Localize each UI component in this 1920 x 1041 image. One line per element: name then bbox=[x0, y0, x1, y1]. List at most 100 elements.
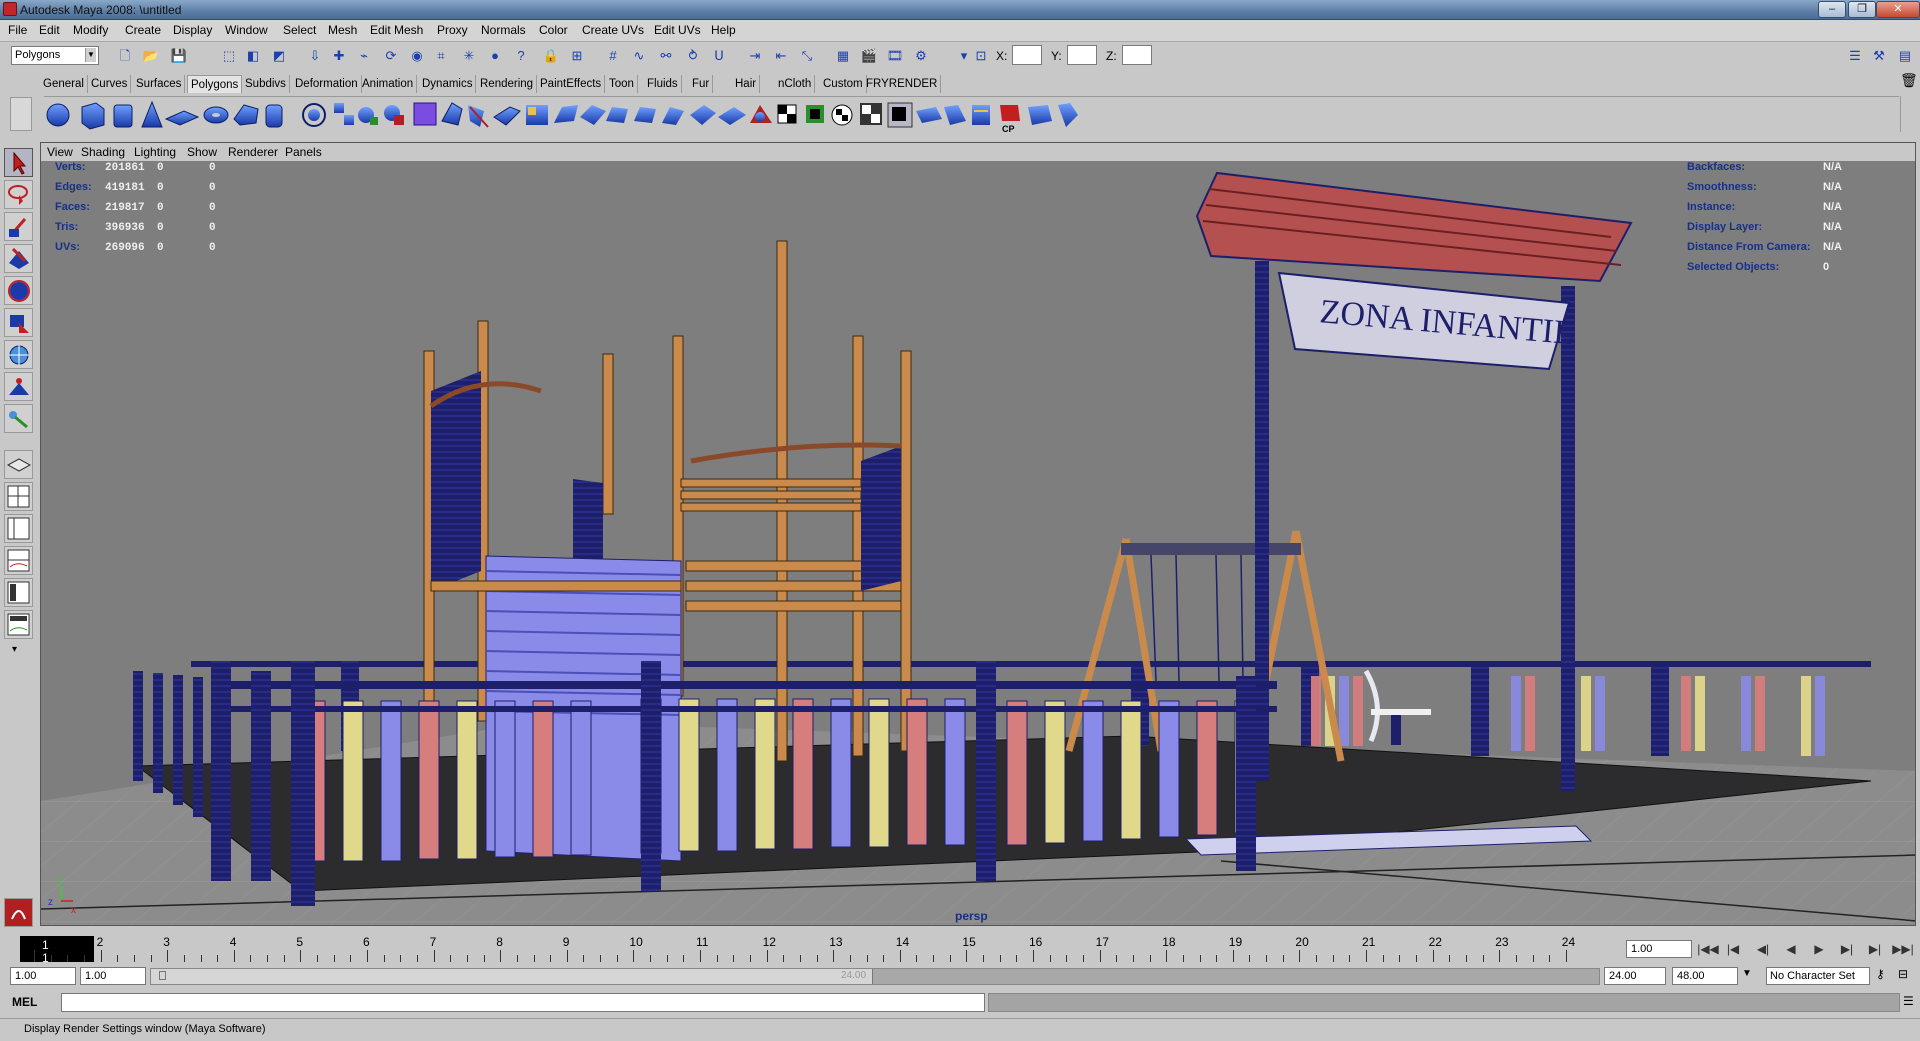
x-input[interactable] bbox=[1012, 45, 1042, 65]
menu-proxy[interactable]: Proxy bbox=[437, 23, 468, 37]
menu-create-uvs[interactable]: Create UVs bbox=[582, 23, 644, 37]
wire-icon[interactable]: ⥁ bbox=[684, 47, 702, 65]
shelf-scrollbar[interactable] bbox=[1900, 96, 1916, 132]
channel-icon[interactable]: ⤡ bbox=[798, 47, 816, 65]
history-icon[interactable]: ✳ bbox=[460, 47, 478, 65]
menu-edit[interactable]: Edit bbox=[39, 23, 60, 37]
input-line-icon[interactable]: ⇥ bbox=[746, 47, 764, 65]
menu-display[interactable]: Display bbox=[173, 23, 212, 37]
panel-menu-lighting[interactable]: Lighting bbox=[134, 145, 176, 159]
select-by-object-icon[interactable]: ◧ bbox=[244, 47, 262, 65]
new-scene-icon[interactable]: 🗋 bbox=[116, 47, 134, 65]
rotate-tool-icon[interactable] bbox=[4, 276, 33, 305]
layout-four-panes-icon[interactable] bbox=[4, 482, 33, 511]
step-back-frame-button[interactable]: ◀| bbox=[1752, 940, 1774, 958]
output-line-icon[interactable]: ⇤ bbox=[772, 47, 790, 65]
shelf-tab-curves[interactable]: Curves bbox=[88, 75, 132, 93]
layout-persp-outliner-icon[interactable] bbox=[4, 514, 33, 543]
animation-end-input[interactable]: 48.00 bbox=[1672, 967, 1738, 985]
grid-icon[interactable]: # bbox=[604, 47, 622, 65]
shelf-tab-toon[interactable]: Toon bbox=[606, 75, 638, 93]
mel-command-input[interactable] bbox=[61, 993, 985, 1012]
shelf-tab-rendering[interactable]: Rendering bbox=[477, 75, 538, 93]
time-slider[interactable]: 1 1 2 3 4 5 6 7 8 9 10 11 12 13 14 15 16 17 18 19 20 21 22 23… bbox=[12, 933, 1628, 965]
construction-icon[interactable]: ● bbox=[486, 47, 504, 65]
menu-mesh[interactable]: Mesh bbox=[328, 23, 357, 37]
go-to-start-button[interactable]: |◀◀ bbox=[1697, 940, 1719, 958]
shelf-tab-hair[interactable]: Hair bbox=[732, 75, 761, 93]
select-tool-icon[interactable] bbox=[4, 148, 33, 177]
render-view-icon[interactable]: ▦ bbox=[834, 47, 852, 65]
help-icon[interactable]: ? bbox=[512, 47, 530, 65]
animation-prefs-icon[interactable]: ⊟ bbox=[1898, 967, 1908, 981]
play-backwards-button[interactable]: ◀ bbox=[1780, 940, 1802, 958]
current-time-marker[interactable]: 1 1 bbox=[20, 936, 94, 965]
soft-modification-icon[interactable] bbox=[4, 372, 33, 401]
open-scene-icon[interactable]: 📂 bbox=[142, 47, 160, 65]
menu-file[interactable]: File bbox=[8, 23, 27, 37]
shelf-tab-deformation[interactable]: Deformation bbox=[292, 75, 362, 93]
character-set-select[interactable]: No Character Set bbox=[1766, 967, 1870, 985]
shelf-tab-fluids[interactable]: Fluids bbox=[644, 75, 682, 93]
curve-icon[interactable]: ∿ bbox=[630, 47, 648, 65]
snap-to-grid-icon[interactable]: ✚ bbox=[330, 47, 348, 65]
current-frame-input[interactable]: 1.00 bbox=[1626, 940, 1692, 958]
trash-icon[interactable]: 🗑 bbox=[1900, 72, 1918, 89]
auto-key-icon[interactable]: ⚷ bbox=[1876, 967, 1885, 981]
shelf-menu-button[interactable] bbox=[10, 97, 32, 131]
panel-menu-view[interactable]: View bbox=[47, 145, 73, 159]
menu-edit-mesh[interactable]: Edit Mesh bbox=[370, 23, 423, 37]
y-input[interactable] bbox=[1067, 45, 1097, 65]
maya-app-icon[interactable] bbox=[3, 2, 17, 16]
snap-to-point-icon[interactable]: ⟳ bbox=[382, 47, 400, 65]
step-back-key-button[interactable]: |◀ bbox=[1722, 940, 1744, 958]
menu-create[interactable]: Create bbox=[125, 23, 161, 37]
attribute-editor-icon[interactable]: ☰ bbox=[1846, 47, 1864, 65]
shelf-tab-ncloth[interactable]: nCloth bbox=[775, 75, 816, 93]
chevron-down-icon[interactable]: ▼ bbox=[1742, 968, 1752, 979]
select-by-component-icon[interactable]: ◩ bbox=[270, 47, 288, 65]
step-forward-key-button[interactable]: ▶| bbox=[1864, 940, 1886, 958]
playback-start-input[interactable]: 1.00 bbox=[80, 967, 146, 985]
select-by-hierarchy-icon[interactable]: ⬚ bbox=[220, 47, 238, 65]
show-manipulator-icon[interactable] bbox=[4, 404, 33, 433]
transform-options-icon[interactable]: ▾ bbox=[955, 47, 973, 65]
chevron-down-icon[interactable]: ▼ bbox=[85, 48, 96, 62]
menu-window[interactable]: Window bbox=[225, 23, 268, 37]
shelf-tab-fur[interactable]: Fur bbox=[689, 75, 714, 93]
layout-single-pane-icon[interactable] bbox=[4, 450, 33, 479]
scale-tool-icon[interactable] bbox=[4, 308, 33, 337]
ipr-render-icon[interactable]: 🎞 bbox=[886, 47, 904, 65]
menu-color[interactable]: Color bbox=[539, 23, 568, 37]
range-slider-handle[interactable]: 24.00 bbox=[151, 969, 873, 984]
panel-menu-renderer[interactable]: Renderer bbox=[228, 145, 278, 159]
play-forwards-button[interactable]: ▶ bbox=[1808, 940, 1830, 958]
snap-to-curve-icon[interactable]: ⌁ bbox=[355, 47, 373, 65]
shelf-tab-painteffects[interactable]: PaintEffects bbox=[537, 75, 606, 93]
panel-menu-panels[interactable]: Panels bbox=[285, 145, 322, 159]
script-editor-icon[interactable]: ☰ bbox=[1903, 994, 1914, 1008]
go-to-end-button[interactable]: ▶▶| bbox=[1892, 940, 1914, 958]
panel-menu-show[interactable]: Show bbox=[187, 145, 217, 159]
magnet-icon[interactable]: Ս bbox=[710, 47, 728, 65]
channel-box-icon[interactable]: ▤ bbox=[1896, 47, 1914, 65]
step-forward-frame-button[interactable]: ▶| bbox=[1836, 940, 1858, 958]
shelf-tab-fryrender[interactable]: FRYRENDER bbox=[863, 75, 942, 93]
maximize-button[interactable]: ❐ bbox=[1848, 1, 1876, 18]
menu-normals[interactable]: Normals bbox=[481, 23, 526, 37]
animation-start-input[interactable]: 1.00 bbox=[10, 967, 76, 985]
render-settings-icon[interactable]: ⚙ bbox=[912, 47, 930, 65]
shelf-tab-polygons[interactable]: Polygons bbox=[187, 75, 243, 93]
panel-menu-shading[interactable]: Shading bbox=[81, 145, 125, 159]
close-button[interactable]: ✕ bbox=[1876, 1, 1920, 18]
shelf-tab-subdivs[interactable]: Subdivs bbox=[242, 75, 290, 93]
perspective-viewport[interactable]: View Shading Lighting Show Renderer Pane… bbox=[40, 142, 1916, 926]
mel-label[interactable]: MEL bbox=[12, 995, 37, 1009]
input-ops-icon[interactable]: ⊞ bbox=[568, 47, 586, 65]
menu-edit-uvs[interactable]: Edit UVs bbox=[654, 23, 701, 37]
layout-persp-graph-icon[interactable] bbox=[4, 546, 33, 575]
universal-manipulator-icon[interactable] bbox=[4, 340, 33, 369]
shelf-tab-animation[interactable]: Animation bbox=[359, 75, 418, 93]
menu-modify[interactable]: Modify bbox=[73, 23, 108, 37]
layout-hypershade-icon[interactable] bbox=[4, 578, 33, 607]
